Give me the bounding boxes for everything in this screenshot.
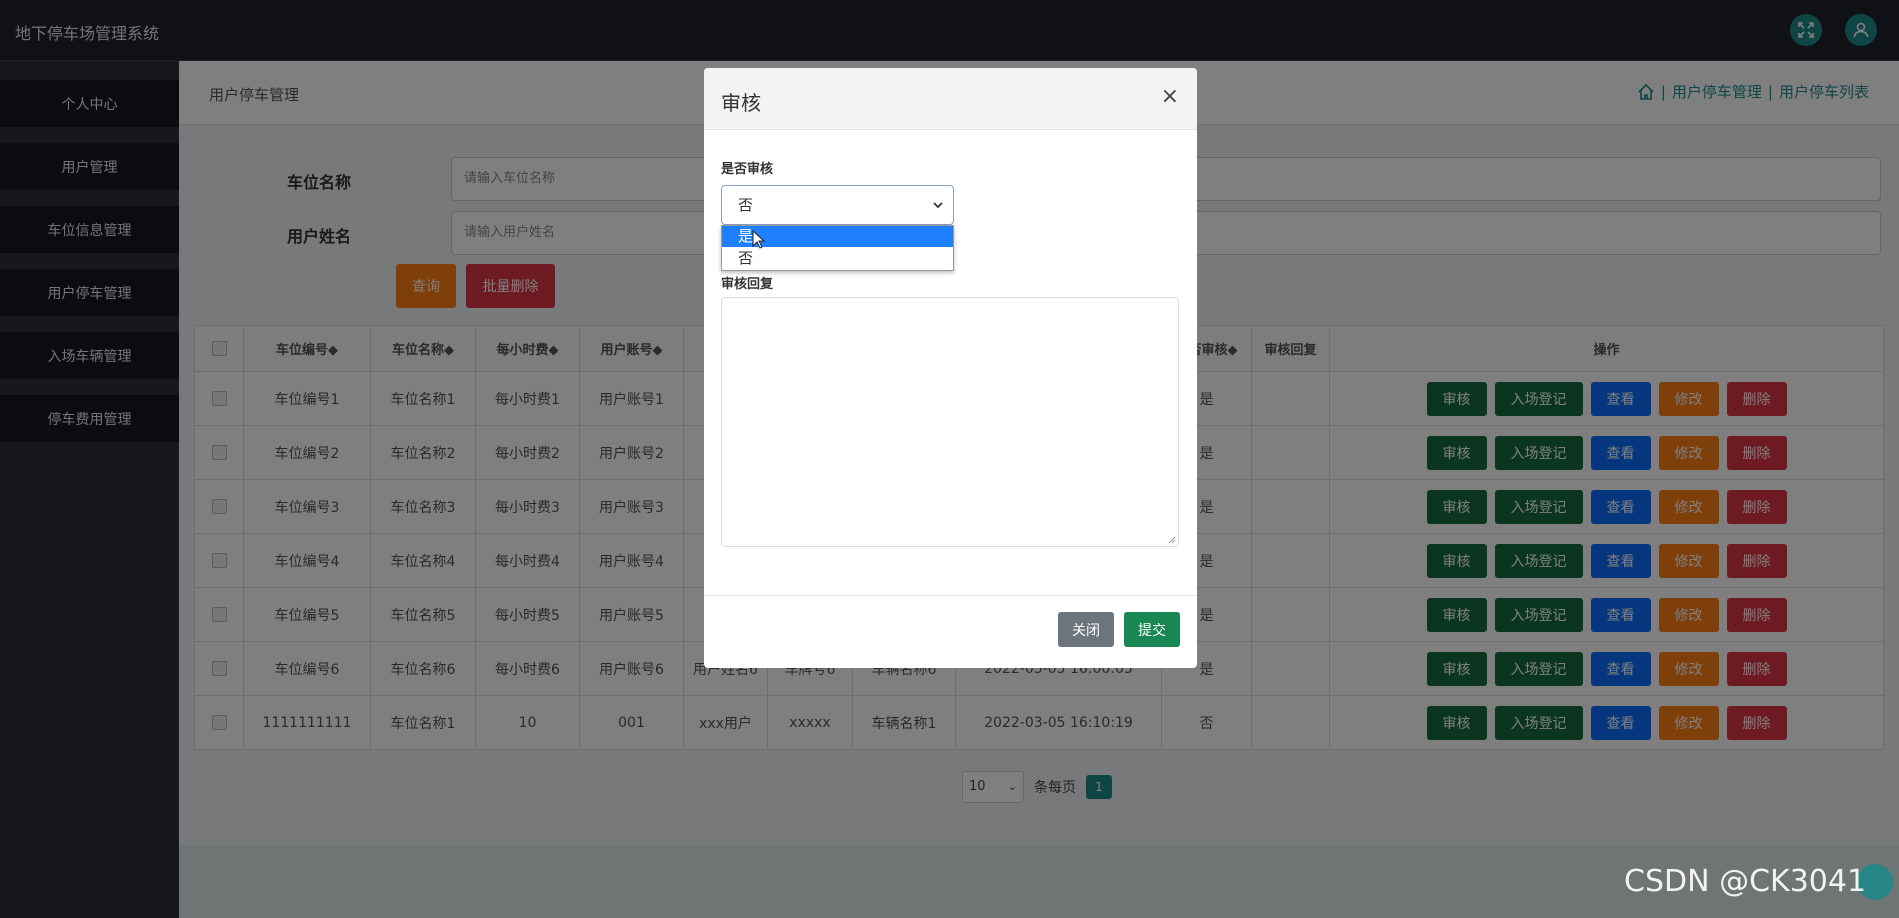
mouse-cursor-icon [752, 230, 766, 249]
modal-header: 审核 × [704, 68, 1197, 130]
close-button[interactable]: 关闭 [1058, 612, 1114, 647]
option-no[interactable]: 否 [722, 248, 953, 269]
reply-textarea[interactable] [721, 297, 1179, 547]
review-modal: 审核 × 是否审核 否 审核回复 是 否 关闭 提交 [704, 68, 1197, 668]
reviewed-label: 是否审核 [721, 162, 774, 177]
submit-button[interactable]: 提交 [1124, 612, 1180, 647]
reviewed-dropdown: 是 否 [721, 225, 954, 271]
reviewed-select-value: 否 [738, 196, 754, 214]
resize-handle-icon[interactable] [1168, 536, 1176, 544]
modal-divider [704, 595, 1197, 596]
close-icon[interactable]: × [1161, 84, 1179, 109]
reviewed-select[interactable]: 否 [721, 185, 954, 225]
watermark: CSDN @CK3041 [1624, 864, 1867, 899]
reply-label: 审核回复 [721, 277, 774, 292]
modal-title: 审核 [721, 91, 761, 115]
